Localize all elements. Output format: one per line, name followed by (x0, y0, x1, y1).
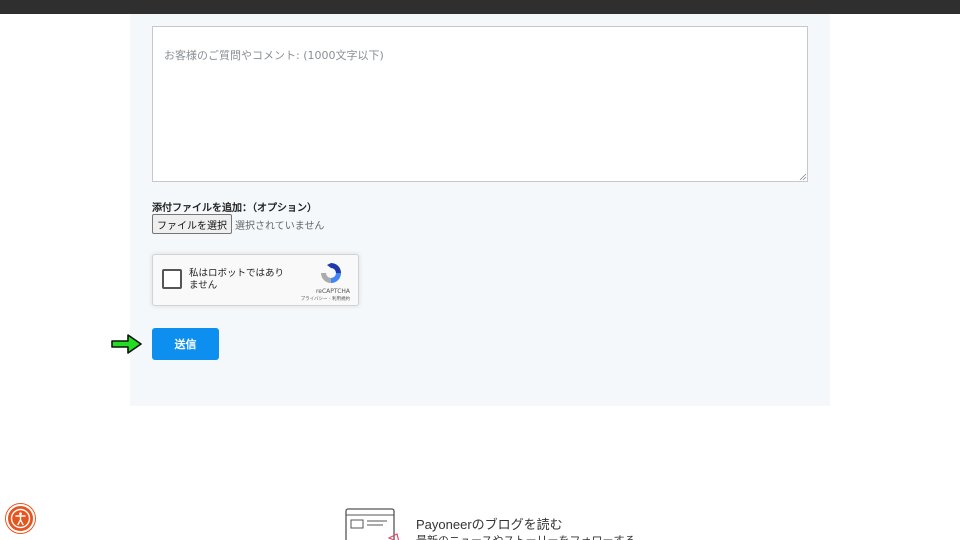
recaptcha-logo-icon (321, 263, 341, 283)
accessibility-button[interactable] (6, 504, 35, 533)
attachment-label: 添付ファイルを追加：（オプション） (152, 203, 317, 214)
blog-subtitle: 最新のニュースやストーリーをフォローする (416, 532, 635, 540)
choose-file-button[interactable]: ファイルを選択 (152, 214, 232, 234)
resize-grip-icon[interactable] (799, 173, 807, 181)
blog-icon (345, 508, 400, 540)
blog-title[interactable]: Payoneerのブログを読む (416, 514, 563, 533)
top-bar (0, 0, 960, 14)
recaptcha-checkbox[interactable] (162, 269, 182, 289)
recaptcha-links[interactable]: プライバシー - 利用規約 (301, 296, 350, 302)
comment-textarea[interactable] (152, 26, 808, 182)
accessibility-icon (10, 508, 31, 529)
submit-button[interactable]: 送信 (152, 328, 219, 360)
arrow-right-icon (111, 334, 142, 354)
recaptcha-label: 私はロボットではありません (189, 268, 285, 291)
file-input-row: ファイルを選択 選択されていません (152, 214, 324, 234)
recaptcha-brand: reCAPTCHA (315, 288, 350, 295)
recaptcha-widget: 私はロボットではありません reCAPTCHA プライバシー - 利用規約 (152, 254, 359, 306)
file-status-text: 選択されていません (235, 220, 325, 232)
